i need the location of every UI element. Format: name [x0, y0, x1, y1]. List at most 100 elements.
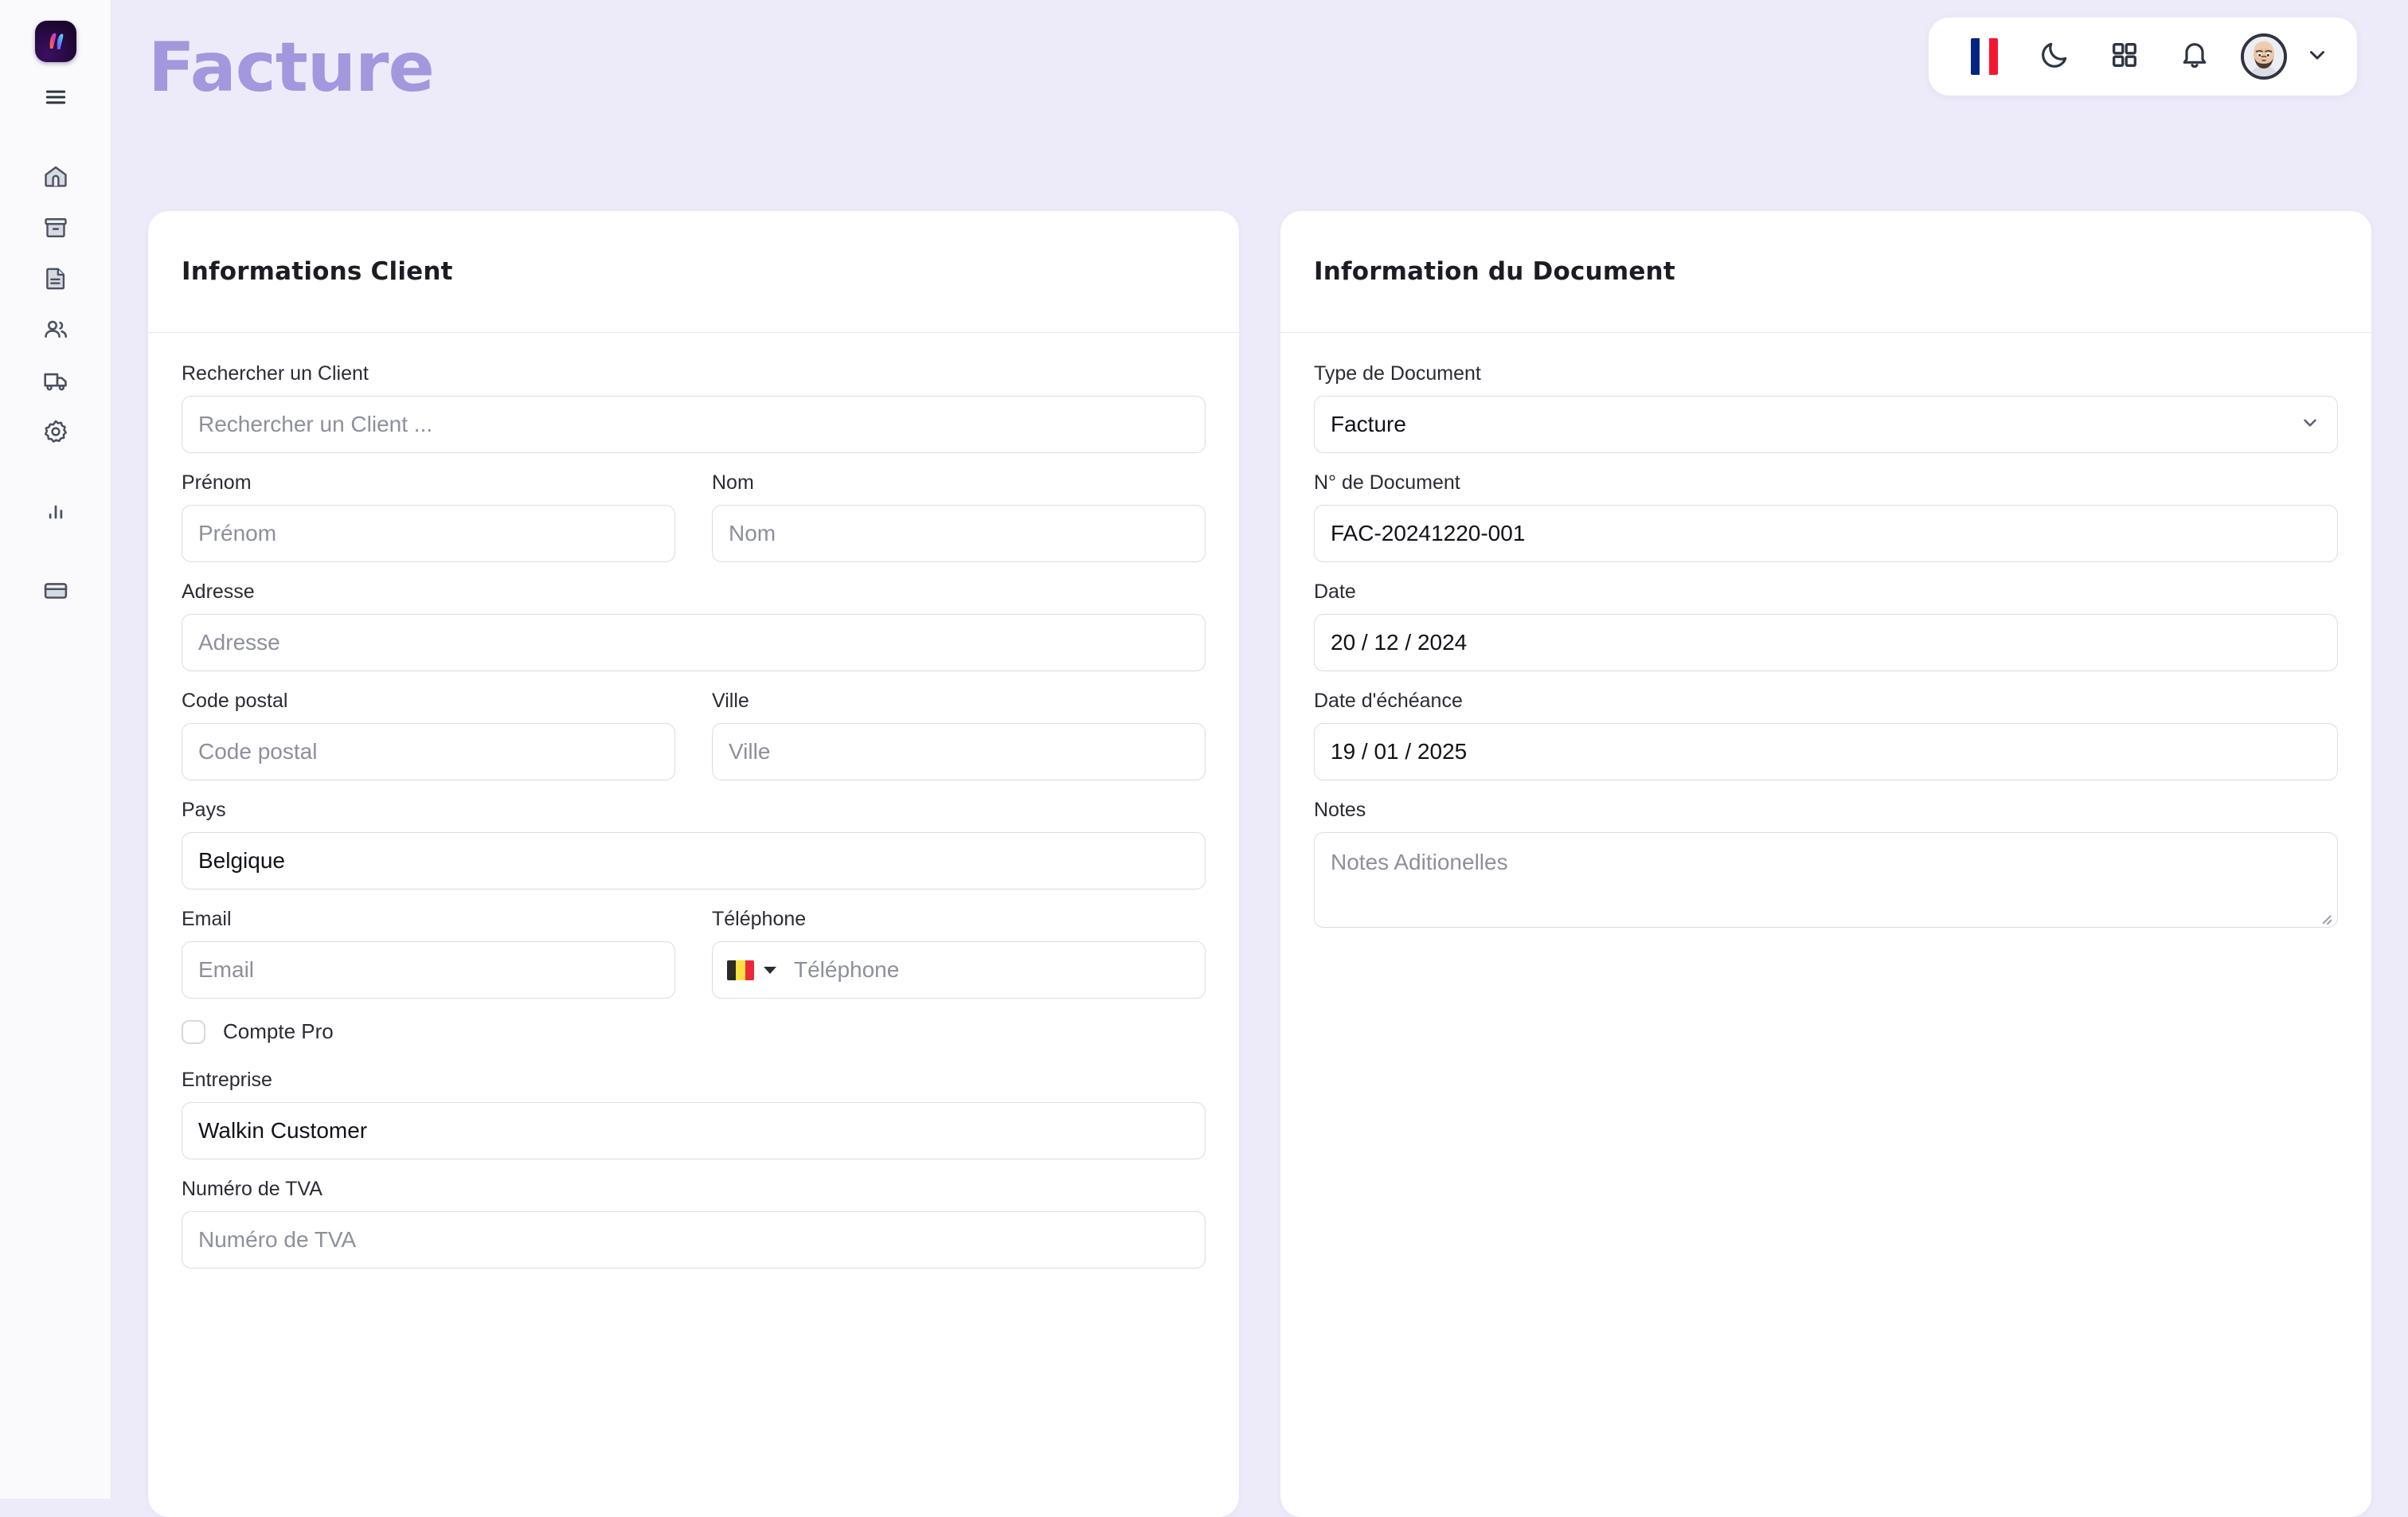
due-date-label: Date d'échéance [1314, 690, 1463, 712]
email-field: Email Email [182, 907, 675, 999]
language-switcher-button[interactable] [1949, 29, 2019, 84]
sidebar-item-clients[interactable] [30, 304, 81, 355]
pro-account-checkbox[interactable] [182, 1019, 205, 1044]
lastname-input[interactable]: Nom [712, 505, 1206, 562]
city-label: Ville [712, 690, 749, 712]
country-field: Pays Belgique [182, 798, 1206, 889]
lastname-field: Nom Nom [712, 471, 1206, 562]
client-card-title: Informations Client [182, 257, 453, 286]
sidebar-item-settings[interactable] [30, 406, 81, 457]
address-label: Adresse [182, 581, 255, 603]
client-search-label: Rechercher un Client [182, 362, 369, 385]
document-card-header: Information du Document [1280, 211, 2371, 333]
dark-mode-toggle[interactable] [2019, 29, 2089, 84]
due-date-field: Date d'échéance 19 / 01 / 2025 [1314, 689, 2338, 780]
apps-grid-button[interactable] [2089, 29, 2160, 84]
document-card-title: Information du Document [1314, 257, 1675, 286]
email-input[interactable]: Email [182, 941, 675, 999]
pro-account-row: Compte Pro [182, 1019, 1206, 1044]
sidebar-item-home[interactable] [30, 151, 81, 202]
country-input[interactable]: Belgique [182, 832, 1206, 889]
company-input[interactable]: Walkin Customer [182, 1102, 1206, 1159]
flag-be-icon [727, 960, 754, 980]
client-search-input[interactable]: Rechercher un Client ... [182, 396, 1206, 453]
truck-icon [42, 367, 69, 394]
grid-apps-icon [2109, 40, 2140, 74]
menu-icon [44, 85, 68, 109]
phone-label: Téléphone [712, 908, 807, 930]
bar-chart-icon [44, 499, 68, 523]
vat-number-field: Numéro de TVA Numéro de TVA [182, 1177, 1206, 1269]
chevron-down-icon [2306, 44, 2328, 70]
user-menu-button[interactable] [2230, 29, 2298, 84]
email-label: Email [182, 908, 232, 930]
document-information-card: Information du Document Type de Document… [1280, 211, 2371, 1517]
city-field: Ville Ville [712, 689, 1206, 780]
document-type-field: Type de Document Facture [1314, 362, 2338, 453]
sidebar-item-payments[interactable] [30, 565, 81, 616]
archive-icon [42, 214, 69, 241]
vat-number-input[interactable]: Numéro de TVA [182, 1211, 1206, 1269]
header-toolbar [1929, 18, 2357, 96]
app-logo[interactable] [34, 21, 76, 62]
moon-icon [2039, 39, 2070, 75]
gear-icon [42, 418, 69, 445]
firstname-field: Prénom Prénom [182, 471, 675, 562]
client-card-body: Rechercher un Client Rechercher un Clien… [148, 333, 1239, 1269]
sidebar-item-menu[interactable] [30, 72, 81, 123]
firstname-input[interactable]: Prénom [182, 505, 675, 562]
notes-label: Notes [1314, 799, 1366, 821]
sidebar-item-archive[interactable] [30, 202, 81, 253]
notes-field: Notes Notes Aditionelles [1314, 798, 2338, 928]
phone-input[interactable]: Téléphone [712, 941, 1206, 999]
document-type-select[interactable]: Facture [1314, 396, 2338, 453]
sidebar-item-statistics[interactable] [30, 486, 81, 537]
date-field: Date 20 / 12 / 2024 [1314, 580, 2338, 671]
pro-account-label: Compte Pro [223, 1019, 334, 1043]
address-field: Adresse Adresse [182, 580, 1206, 671]
country-label: Pays [182, 799, 226, 821]
lastname-label: Nom [712, 471, 754, 494]
resize-handle-icon[interactable] [2320, 910, 2332, 923]
sidebar-item-documents[interactable] [30, 253, 81, 304]
users-icon [42, 316, 69, 343]
document-number-input[interactable]: FAC-20241220-001 [1314, 505, 2338, 562]
sidebar-item-delivery[interactable] [30, 355, 81, 406]
vat-number-label: Numéro de TVA [182, 1178, 322, 1200]
notes-textarea[interactable]: Notes Aditionelles [1314, 832, 2338, 928]
client-card-header: Informations Client [148, 211, 1239, 333]
firstname-label: Prénom [182, 471, 252, 494]
postal-code-field: Code postal Code postal [182, 689, 675, 780]
document-icon [42, 265, 69, 292]
name-row: Prénom Prénom Nom Nom [182, 471, 1206, 562]
document-type-label: Type de Document [1314, 362, 1481, 385]
document-number-field: N° de Document FAC-20241220-001 [1314, 471, 2338, 562]
phone-placeholder: Téléphone [794, 957, 900, 982]
city-row: Code postal Code postal Ville Ville [182, 689, 1206, 780]
document-card-body: Type de Document Facture N° de Document … [1280, 333, 2371, 928]
company-label: Entreprise [182, 1069, 272, 1091]
company-field: Entreprise Walkin Customer [182, 1068, 1206, 1159]
flag-fr-icon [1971, 38, 1998, 75]
notifications-button[interactable] [2160, 29, 2230, 84]
client-search-field: Rechercher un Client Rechercher un Clien… [182, 362, 1206, 453]
due-date-input[interactable]: 19 / 01 / 2025 [1314, 723, 2338, 780]
credit-card-icon [42, 577, 69, 604]
notes-placeholder: Notes Aditionelles [1331, 850, 1508, 874]
postal-code-input[interactable]: Code postal [182, 723, 675, 780]
user-menu-chevron[interactable] [2298, 29, 2336, 84]
home-icon [42, 163, 69, 190]
country-code-chevron-icon[interactable] [764, 966, 776, 974]
phone-field: Téléphone Téléphone [712, 907, 1206, 999]
date-label: Date [1314, 581, 1356, 603]
date-input[interactable]: 20 / 12 / 2024 [1314, 614, 2338, 671]
page-title: Facture [148, 28, 435, 108]
document-type-select-wrap: Facture [1314, 396, 2338, 453]
city-input[interactable]: Ville [712, 723, 1206, 780]
address-input[interactable]: Adresse [182, 614, 1206, 671]
contact-row: Email Email Téléphone Téléphone [182, 907, 1206, 999]
postal-code-label: Code postal [182, 690, 288, 712]
sidebar [0, 0, 111, 1499]
bell-icon [2179, 39, 2211, 75]
avatar [2241, 33, 2287, 80]
